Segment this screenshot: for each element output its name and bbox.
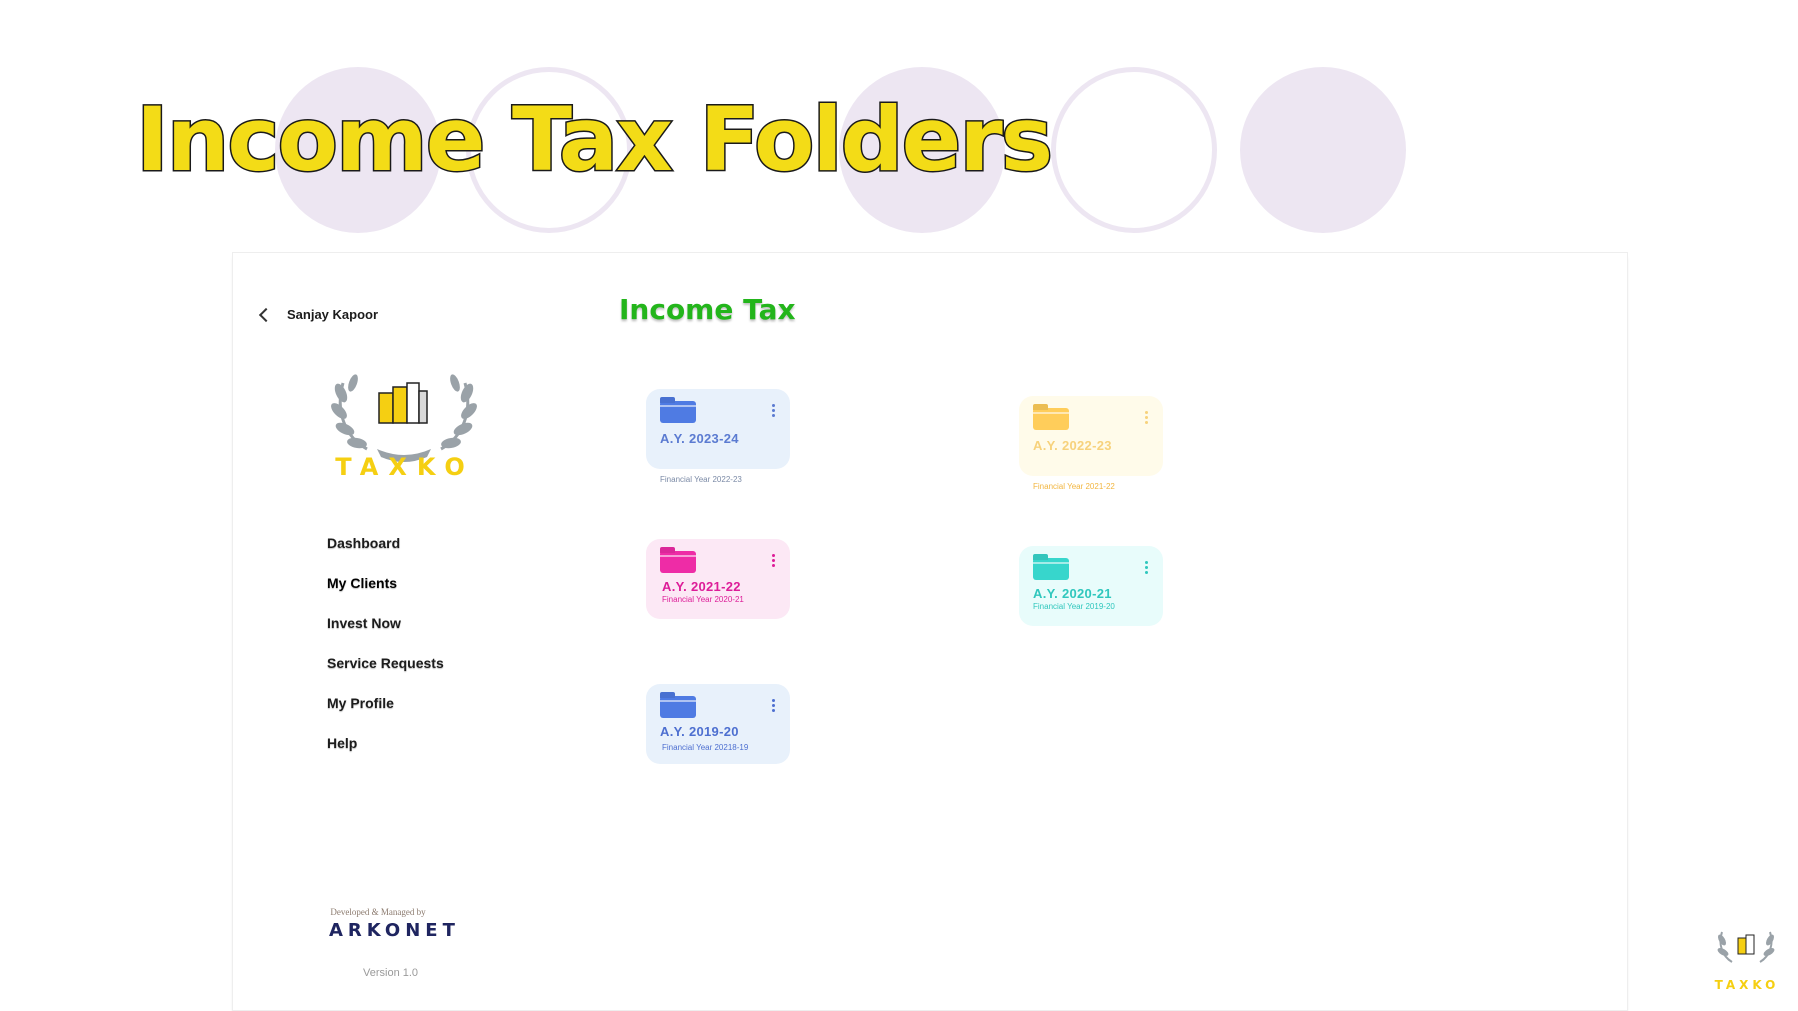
more-options-icon[interactable] (1145, 411, 1149, 426)
folder-card-ay-2023-24[interactable]: A.Y. 2023-24 Financial Year 2022-23 (646, 389, 790, 484)
sidebar-nav: Dashboard My Clients Invest Now Service … (327, 535, 444, 775)
app-screenshot: Sanjay Kapoor TAXKO Dashboard My Clients… (232, 252, 1628, 1011)
chevron-left-icon (258, 307, 274, 322)
nav-invest-now[interactable]: Invest Now (327, 615, 444, 655)
folder-card-ay-2022-23[interactable]: A.Y. 2022-23 Financial Year 2021-22 (1019, 396, 1163, 491)
assessment-year: A.Y. 2021-22 (662, 579, 741, 594)
financial-year: Financial Year 2021-22 (1033, 482, 1115, 491)
folder-card-ay-2020-21[interactable]: A.Y. 2020-21 Financial Year 2019-20 (1019, 546, 1163, 626)
slide-title: Income Tax Folders (134, 88, 1054, 191)
folder-card-ay-2021-22[interactable]: A.Y. 2021-22 Financial Year 2020-21 (646, 539, 790, 619)
assessment-year: A.Y. 2022-23 (1033, 438, 1112, 453)
folder-icon (1033, 558, 1069, 580)
nav-dashboard[interactable]: Dashboard (327, 535, 444, 575)
corner-taxko-wordmark: TAXKO (1714, 978, 1780, 992)
page-title: Income Tax (619, 293, 796, 326)
assessment-year: A.Y. 2023-24 (660, 431, 739, 446)
more-options-icon[interactable] (772, 554, 776, 569)
financial-year: Financial Year 20218-19 (662, 743, 749, 752)
decorative-circle (1240, 67, 1406, 233)
back-link[interactable]: Sanjay Kapoor (258, 307, 379, 322)
folder-icon (1033, 408, 1069, 430)
decorative-ring (1051, 67, 1217, 233)
folder-card-ay-2019-20[interactable]: A.Y. 2019-20 Financial Year 20218-19 (646, 684, 790, 764)
financial-year: Financial Year 2019-20 (1033, 602, 1115, 611)
folder-icon (660, 696, 696, 718)
assessment-year: A.Y. 2019-20 (660, 724, 739, 739)
nav-service-requests[interactable]: Service Requests (327, 655, 444, 695)
folder-icon (660, 401, 696, 423)
more-options-icon[interactable] (772, 699, 776, 714)
nav-my-profile[interactable]: My Profile (327, 695, 444, 735)
taxko-wordmark: TAXKO (335, 453, 475, 481)
arkonet-logo: ARKONET (329, 920, 460, 941)
folder-icon (660, 551, 696, 573)
nav-my-clients[interactable]: My Clients (327, 575, 444, 615)
nav-help[interactable]: Help (327, 735, 444, 775)
corner-taxko-logo-icon (1717, 931, 1775, 963)
version-label: Version 1.0 (363, 967, 419, 979)
more-options-icon[interactable] (772, 404, 776, 419)
financial-year: Financial Year 2020-21 (662, 595, 744, 604)
developed-by-label: Developed & Managed by (330, 907, 426, 917)
more-options-icon[interactable] (1145, 561, 1149, 576)
client-name: Sanjay Kapoor (287, 307, 379, 322)
assessment-year: A.Y. 2020-21 (1033, 586, 1112, 601)
financial-year: Financial Year 2022-23 (660, 475, 742, 484)
